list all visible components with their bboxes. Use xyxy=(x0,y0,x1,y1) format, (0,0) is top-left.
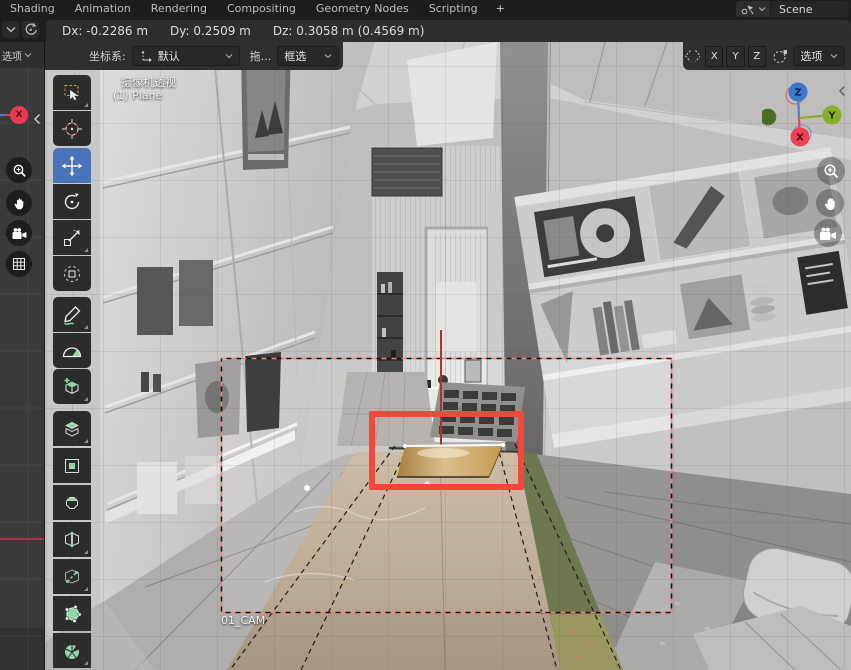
workspace-tab-animation[interactable]: Animation xyxy=(65,0,141,18)
drag-label: 拖... xyxy=(250,48,272,64)
chevron-down-icon xyxy=(6,26,16,33)
camera-view-button[interactable] xyxy=(6,220,32,246)
axis-x-label: X xyxy=(16,110,23,120)
tool-spin[interactable] xyxy=(53,633,91,668)
zoom-icon xyxy=(821,161,841,181)
camera-icon xyxy=(818,225,838,242)
hand-icon xyxy=(12,196,27,211)
delta-z-value: Dz: 0.3058 m (0.4569 m) xyxy=(273,24,425,38)
tool-options-label: 选项 xyxy=(800,48,825,64)
falloff-icon[interactable] xyxy=(772,48,787,64)
mirror-y-toggle[interactable]: Y xyxy=(726,46,744,67)
pan-button[interactable] xyxy=(6,190,32,216)
grid-icon xyxy=(11,256,27,272)
view-mode-label: 摄像机透视 xyxy=(121,74,176,90)
tool-rotate[interactable] xyxy=(53,184,91,219)
orientation-dropdown[interactable]: 默认 xyxy=(132,46,240,66)
scene-selector[interactable]: Scene xyxy=(736,1,849,17)
tool-add-cube[interactable] xyxy=(53,369,91,404)
workspace-tab-shading[interactable]: Shading xyxy=(0,0,65,18)
tool-cursor[interactable] xyxy=(53,111,91,146)
workspace-tab-compositing[interactable]: Compositing xyxy=(217,0,306,18)
delta-x-value: Dx: -0.2286 m xyxy=(62,24,148,38)
secondary-viewport-header: 选项 xyxy=(0,42,44,68)
mirror-x-toggle[interactable]: X xyxy=(705,46,723,67)
operator-redo-bar: Dx: -0.2286 m Dy: 0.2509 m Dz: 0.3058 m … xyxy=(0,18,851,42)
drag-mode-dropdown[interactable]: 框选 xyxy=(277,46,339,66)
tool-knife[interactable] xyxy=(53,559,91,594)
tool-inset-faces[interactable] xyxy=(53,448,91,483)
scene-icon[interactable] xyxy=(736,1,771,17)
camera-icon xyxy=(11,226,28,241)
workspace-tab-geometry-nodes[interactable]: Geometry Nodes xyxy=(306,0,419,18)
zoom-button[interactable] xyxy=(6,157,32,183)
mirror-icon[interactable] xyxy=(683,48,700,64)
chevron-down-icon xyxy=(324,53,332,59)
tool-move[interactable] xyxy=(53,148,91,183)
workspace-tab-rendering[interactable]: Rendering xyxy=(141,0,217,18)
gizmo-x-label: X xyxy=(796,133,804,144)
tool-loop-cut[interactable] xyxy=(53,522,91,557)
secondary-viewport[interactable]: 选项 X xyxy=(0,42,44,670)
tool-annotate[interactable] xyxy=(53,297,91,332)
tool-settings-right: X Y Z 选项 xyxy=(683,42,851,70)
workspace-tab-scripting[interactable]: Scripting xyxy=(419,0,488,18)
zoom-icon xyxy=(11,162,28,179)
tool-bevel[interactable] xyxy=(53,485,91,520)
tool-shelf xyxy=(53,75,91,670)
strip-options-dropdown[interactable]: 选项 xyxy=(0,48,22,63)
camera-name-label: 01_CAM xyxy=(221,614,265,627)
collapse-arrow-icon[interactable] xyxy=(33,110,41,129)
tool-poly-build[interactable] xyxy=(53,596,91,631)
zoom-button[interactable] xyxy=(817,157,845,185)
main-3d-viewport[interactable]: 摄像机透视 (1) Plane 01_CAM 坐标系: 默认 拖... 框选 X… xyxy=(45,42,851,670)
gizmo-z-label: Z xyxy=(794,88,801,99)
camera-view-button[interactable] xyxy=(814,219,842,247)
chevron-down-icon xyxy=(225,53,233,59)
chevron-down-icon xyxy=(758,6,766,12)
move-operator-icon-button[interactable] xyxy=(22,21,39,38)
perspective-toggle-button[interactable] xyxy=(6,251,32,277)
tool-settings-left: 坐标系: 默认 拖... 框选 xyxy=(45,42,343,70)
collapse-arrow-icon[interactable] xyxy=(838,82,846,101)
orientation-value: 默认 xyxy=(158,48,220,64)
navigation-gizmo[interactable]: Z Y X xyxy=(762,81,848,155)
chevron-down-icon xyxy=(830,53,838,59)
add-workspace-button[interactable]: + xyxy=(488,0,513,18)
scene-name: Scene xyxy=(771,3,849,16)
red-highlight-box xyxy=(369,411,524,490)
orbit-icon xyxy=(23,22,38,37)
transform-orientation-icon xyxy=(139,49,153,63)
tool-measure[interactable] xyxy=(53,333,91,368)
tool-scale[interactable] xyxy=(53,220,91,255)
transform-status-panel: Dx: -0.2286 m Dy: 0.2509 m Dz: 0.3058 m … xyxy=(46,20,851,42)
drag-mode-value: 框选 xyxy=(284,48,319,64)
active-object-label: (1) Plane xyxy=(113,89,162,102)
tool-transform[interactable] xyxy=(53,256,91,291)
chevron-down-icon xyxy=(24,52,32,58)
axis-gizmo-x-ball[interactable]: X xyxy=(10,106,28,124)
mirror-z-toggle[interactable]: Z xyxy=(748,46,766,67)
pan-button[interactable] xyxy=(816,189,844,217)
hand-icon xyxy=(822,195,839,212)
orientation-label: 坐标系: xyxy=(89,48,126,64)
gizmo-y-label: Y xyxy=(827,111,836,122)
tool-options-dropdown[interactable]: 选项 xyxy=(793,46,845,66)
collapse-panel-button[interactable] xyxy=(2,21,19,38)
tool-extrude-region[interactable] xyxy=(53,411,91,446)
topbar: Shading Animation Rendering Compositing … xyxy=(0,0,851,18)
gizmo-neg-y-ball[interactable] xyxy=(762,109,777,126)
delta-y-value: Dy: 0.2509 m xyxy=(170,24,251,38)
tool-select-box[interactable] xyxy=(53,75,91,110)
